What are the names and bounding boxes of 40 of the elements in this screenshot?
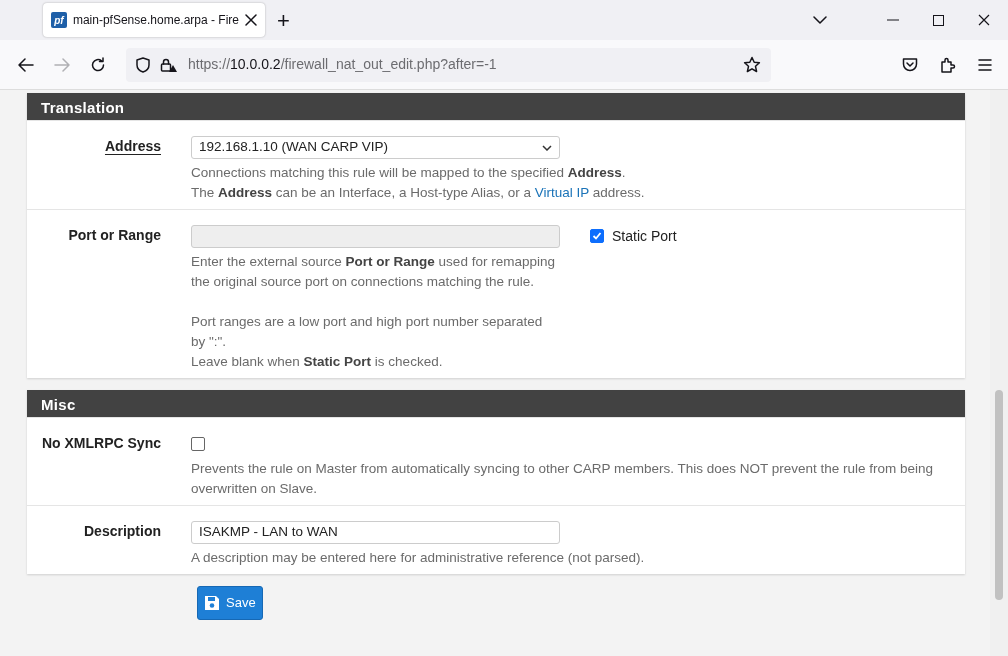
- maximize-icon[interactable]: [933, 14, 944, 26]
- field-label: Port or Range: [68, 227, 161, 243]
- chevron-down-icon: [542, 144, 552, 151]
- shield-icon[interactable]: [136, 56, 150, 73]
- help-text: A description may be entered here for administrative reference (not parsed).: [191, 549, 646, 567]
- address-bar[interactable]: https://10.0.0.2/firewall_nat_out_edit.php?after=-1: [126, 47, 771, 82]
- help-text: Enter the external source Port or Range used for remapping the original source port on connections matching the rule.: [191, 253, 556, 291]
- lock-warning-icon[interactable]: [160, 56, 178, 73]
- help-text: Port ranges are a low port and high port number separated by ":".: [191, 313, 544, 351]
- checkbox[interactable]: [191, 437, 205, 451]
- address-select[interactable]: 192.168.1.10 (WAN CARP VIP): [191, 136, 560, 159]
- close-icon[interactable]: [978, 14, 990, 26]
- help-text: Leave blank when Static Port is checked.: [191, 353, 444, 371]
- field-label: Description: [84, 523, 161, 539]
- help-text: The Address can be an Interface, a Host-type Alias, or a Virtual IP address.: [191, 184, 646, 202]
- checkbox-label: Static Port: [612, 226, 677, 246]
- menu-icon[interactable]: [978, 58, 992, 71]
- forward-arrow-icon: [54, 57, 70, 72]
- text-field[interactable]: ISAKMP - LAN to WAN: [191, 521, 560, 544]
- field-label[interactable]: Address: [104, 138, 161, 154]
- pocket-icon[interactable]: [902, 57, 918, 72]
- field-label: No XMLRPC Sync: [42, 435, 161, 451]
- back-arrow-icon[interactable]: [18, 57, 34, 72]
- puzzle-piece-icon[interactable]: [940, 56, 956, 73]
- close-icon[interactable]: [245, 14, 257, 26]
- star-icon[interactable]: [743, 55, 761, 74]
- url-text: https://10.0.0.2/firewall_nat_out_edit.php?after=-1: [188, 55, 497, 74]
- scrollbar-thumb[interactable]: [995, 390, 1003, 600]
- favicon: pf: [51, 12, 67, 28]
- new-tab-button[interactable]: +: [277, 3, 290, 37]
- section-header: Translation: [27, 93, 965, 120]
- virtual-ip-link[interactable]: Virtual IP: [534, 185, 589, 200]
- help-text: Connections matching this rule will be mapped to the specified Address.: [191, 164, 627, 182]
- save-button[interactable]: Save: [197, 586, 263, 620]
- browser-tab[interactable]: pf main-pfSense.home.arpa - Fire: [43, 3, 265, 37]
- reload-icon[interactable]: [90, 56, 106, 73]
- section-header: Misc: [27, 390, 965, 417]
- help-text: Prevents the rule on Master from automatically syncing to other CARP members. This does NOT prevent the rule from being overwritten on Slave.: [191, 460, 935, 498]
- chevron-down-icon[interactable]: [813, 16, 827, 24]
- tab-title: main-pfSense.home.arpa - Fire: [72, 12, 239, 29]
